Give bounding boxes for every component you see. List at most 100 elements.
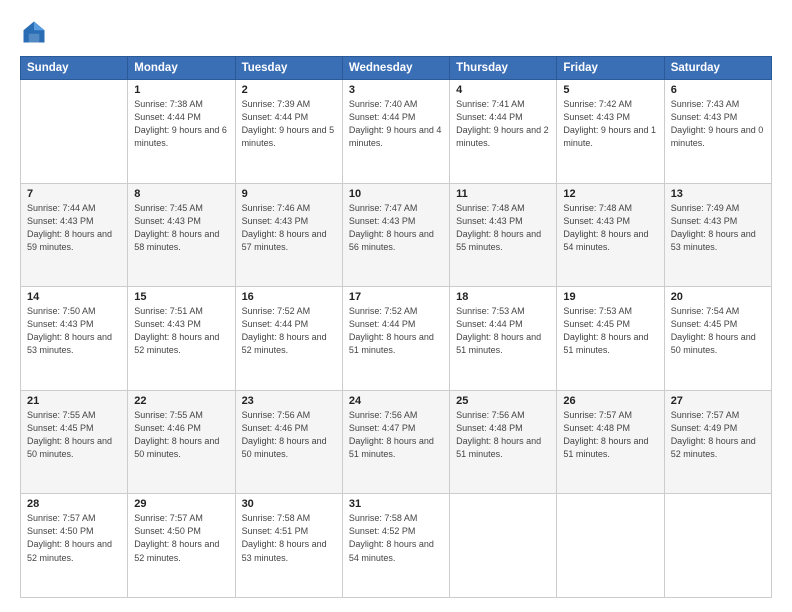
header	[20, 18, 772, 46]
calendar-table: SundayMondayTuesdayWednesdayThursdayFrid…	[20, 56, 772, 598]
day-number: 30	[242, 498, 336, 510]
calendar-header-saturday: Saturday	[664, 57, 771, 80]
day-number: 5	[563, 84, 657, 96]
calendar-cell: 9 Sunrise: 7:46 AMSunset: 4:43 PMDaylight…	[235, 183, 342, 287]
day-info: Sunrise: 7:47 AMSunset: 4:43 PMDaylight:…	[349, 203, 434, 252]
day-info: Sunrise: 7:38 AMSunset: 4:44 PMDaylight:…	[134, 99, 227, 148]
day-info: Sunrise: 7:53 AMSunset: 4:45 PMDaylight:…	[563, 306, 648, 355]
calendar-cell: 19 Sunrise: 7:53 AMSunset: 4:45 PMDayligh…	[557, 287, 664, 391]
day-number: 28	[27, 498, 121, 510]
calendar-cell: 1 Sunrise: 7:38 AMSunset: 4:44 PMDaylight…	[128, 80, 235, 184]
page: SundayMondayTuesdayWednesdayThursdayFrid…	[0, 0, 792, 612]
calendar-week-1: 1 Sunrise: 7:38 AMSunset: 4:44 PMDaylight…	[21, 80, 772, 184]
day-number: 15	[134, 291, 228, 303]
calendar-header-thursday: Thursday	[450, 57, 557, 80]
calendar-cell: 30 Sunrise: 7:58 AMSunset: 4:51 PMDayligh…	[235, 494, 342, 598]
calendar-header-wednesday: Wednesday	[342, 57, 449, 80]
day-info: Sunrise: 7:49 AMSunset: 4:43 PMDaylight:…	[671, 203, 756, 252]
calendar-cell: 4 Sunrise: 7:41 AMSunset: 4:44 PMDaylight…	[450, 80, 557, 184]
calendar-cell: 17 Sunrise: 7:52 AMSunset: 4:44 PMDayligh…	[342, 287, 449, 391]
day-number: 9	[242, 188, 336, 200]
calendar-cell	[664, 494, 771, 598]
day-info: Sunrise: 7:53 AMSunset: 4:44 PMDaylight:…	[456, 306, 541, 355]
calendar-cell: 29Sunrise: 7:57 AMSunset: 4:50 PMDayligh…	[128, 494, 235, 598]
day-number: 3	[349, 84, 443, 96]
calendar-cell: 23 Sunrise: 7:56 AMSunset: 4:46 PMDayligh…	[235, 390, 342, 494]
calendar-cell: 12Sunrise: 7:48 AMSunset: 4:43 PMDayligh…	[557, 183, 664, 287]
calendar-cell: 6 Sunrise: 7:43 AMSunset: 4:43 PMDaylight…	[664, 80, 771, 184]
day-number: 23	[242, 395, 336, 407]
calendar-cell: 11 Sunrise: 7:48 AMSunset: 4:43 PMDayligh…	[450, 183, 557, 287]
calendar-cell: 16 Sunrise: 7:52 AMSunset: 4:44 PMDayligh…	[235, 287, 342, 391]
day-info: Sunrise: 7:57 AMSunset: 4:50 PMDaylight:…	[134, 513, 219, 562]
day-number: 1	[134, 84, 228, 96]
day-info: Sunrise: 7:48 AMSunset: 4:43 PMDaylight:…	[456, 203, 541, 252]
day-number: 13	[671, 188, 765, 200]
calendar-cell: 15 Sunrise: 7:51 AMSunset: 4:43 PMDayligh…	[128, 287, 235, 391]
day-info: Sunrise: 7:57 AMSunset: 4:50 PMDaylight:…	[27, 513, 112, 562]
day-info: Sunrise: 7:39 AMSunset: 4:44 PMDaylight:…	[242, 99, 335, 148]
day-info: Sunrise: 7:52 AMSunset: 4:44 PMDaylight:…	[349, 306, 434, 355]
calendar-cell: 3Sunrise: 7:40 AMSunset: 4:44 PMDaylight…	[342, 80, 449, 184]
calendar-week-2: 7Sunrise: 7:44 AMSunset: 4:43 PMDaylight…	[21, 183, 772, 287]
day-info: Sunrise: 7:43 AMSunset: 4:43 PMDaylight:…	[671, 99, 764, 148]
day-number: 24	[349, 395, 443, 407]
day-number: 21	[27, 395, 121, 407]
day-number: 2	[242, 84, 336, 96]
day-info: Sunrise: 7:51 AMSunset: 4:43 PMDaylight:…	[134, 306, 219, 355]
day-number: 7	[27, 188, 121, 200]
day-number: 8	[134, 188, 228, 200]
day-number: 22	[134, 395, 228, 407]
day-number: 6	[671, 84, 765, 96]
day-info: Sunrise: 7:56 AMSunset: 4:46 PMDaylight:…	[242, 410, 327, 459]
day-info: Sunrise: 7:56 AMSunset: 4:47 PMDaylight:…	[349, 410, 434, 459]
calendar-cell: 14 Sunrise: 7:50 AMSunset: 4:43 PMDayligh…	[21, 287, 128, 391]
day-number: 10	[349, 188, 443, 200]
day-number: 12	[563, 188, 657, 200]
calendar-cell: 18 Sunrise: 7:53 AMSunset: 4:44 PMDayligh…	[450, 287, 557, 391]
day-info: Sunrise: 7:42 AMSunset: 4:43 PMDaylight:…	[563, 99, 656, 148]
day-info: Sunrise: 7:57 AMSunset: 4:49 PMDaylight:…	[671, 410, 756, 459]
logo-icon	[20, 18, 48, 46]
calendar-cell: 27Sunrise: 7:57 AMSunset: 4:49 PMDayligh…	[664, 390, 771, 494]
day-number: 25	[456, 395, 550, 407]
calendar-cell: 13 Sunrise: 7:49 AMSunset: 4:43 PMDayligh…	[664, 183, 771, 287]
calendar-cell: 7Sunrise: 7:44 AMSunset: 4:43 PMDaylight…	[21, 183, 128, 287]
day-number: 11	[456, 188, 550, 200]
calendar-cell: 31 Sunrise: 7:58 AMSunset: 4:52 PMDayligh…	[342, 494, 449, 598]
day-info: Sunrise: 7:46 AMSunset: 4:43 PMDaylight:…	[242, 203, 327, 252]
day-info: Sunrise: 7:41 AMSunset: 4:44 PMDaylight:…	[456, 99, 549, 148]
calendar-cell: 22 Sunrise: 7:55 AMSunset: 4:46 PMDayligh…	[128, 390, 235, 494]
calendar-cell: 8 Sunrise: 7:45 AMSunset: 4:43 PMDaylight…	[128, 183, 235, 287]
day-info: Sunrise: 7:45 AMSunset: 4:43 PMDaylight:…	[134, 203, 219, 252]
day-info: Sunrise: 7:50 AMSunset: 4:43 PMDaylight:…	[27, 306, 112, 355]
day-number: 17	[349, 291, 443, 303]
calendar-cell	[557, 494, 664, 598]
logo	[20, 18, 52, 46]
calendar-week-3: 14 Sunrise: 7:50 AMSunset: 4:43 PMDayligh…	[21, 287, 772, 391]
calendar-week-4: 21Sunrise: 7:55 AMSunset: 4:45 PMDayligh…	[21, 390, 772, 494]
calendar-cell: 26 Sunrise: 7:57 AMSunset: 4:48 PMDayligh…	[557, 390, 664, 494]
calendar-header-friday: Friday	[557, 57, 664, 80]
calendar-cell: 20 Sunrise: 7:54 AMSunset: 4:45 PMDayligh…	[664, 287, 771, 391]
day-number: 20	[671, 291, 765, 303]
day-info: Sunrise: 7:58 AMSunset: 4:52 PMDaylight:…	[349, 513, 434, 562]
day-info: Sunrise: 7:55 AMSunset: 4:46 PMDaylight:…	[134, 410, 219, 459]
day-info: Sunrise: 7:57 AMSunset: 4:48 PMDaylight:…	[563, 410, 648, 459]
day-info: Sunrise: 7:58 AMSunset: 4:51 PMDaylight:…	[242, 513, 327, 562]
day-number: 16	[242, 291, 336, 303]
day-info: Sunrise: 7:54 AMSunset: 4:45 PMDaylight:…	[671, 306, 756, 355]
day-info: Sunrise: 7:52 AMSunset: 4:44 PMDaylight:…	[242, 306, 327, 355]
calendar-cell: 24 Sunrise: 7:56 AMSunset: 4:47 PMDayligh…	[342, 390, 449, 494]
day-number: 19	[563, 291, 657, 303]
calendar-week-5: 28 Sunrise: 7:57 AMSunset: 4:50 PMDayligh…	[21, 494, 772, 598]
day-number: 14	[27, 291, 121, 303]
day-number: 18	[456, 291, 550, 303]
day-number: 31	[349, 498, 443, 510]
day-number: 4	[456, 84, 550, 96]
day-number: 26	[563, 395, 657, 407]
calendar-cell: 10 Sunrise: 7:47 AMSunset: 4:43 PMDayligh…	[342, 183, 449, 287]
calendar-header-sunday: Sunday	[21, 57, 128, 80]
calendar-cell: 2 Sunrise: 7:39 AMSunset: 4:44 PMDaylight…	[235, 80, 342, 184]
day-info: Sunrise: 7:56 AMSunset: 4:48 PMDaylight:…	[456, 410, 541, 459]
